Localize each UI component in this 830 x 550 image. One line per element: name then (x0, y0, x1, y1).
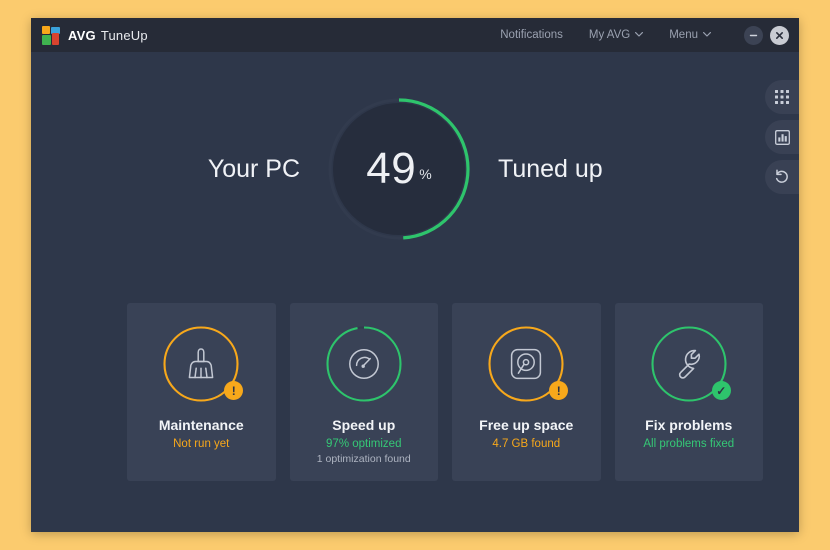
card-ring: ! (162, 325, 244, 403)
chevron-down-icon (703, 29, 711, 39)
tuneup-score-gauge: 49 % (326, 96, 472, 242)
card-status: Not run yet (173, 438, 230, 450)
page-backdrop: AVG TuneUp Notifications My AVG Menu You… (0, 0, 830, 550)
title-bar: AVG TuneUp Notifications My AVG Menu (31, 18, 799, 52)
card-status: 97% optimized (326, 438, 402, 450)
brand-area: AVG TuneUp (42, 25, 148, 45)
card-fix-problems[interactable]: ✓ Fix problems All problems fixed (614, 303, 763, 481)
avg-logo-icon (42, 25, 61, 45)
gauge-value: 49 (366, 144, 417, 193)
status-badge-ok: ✓ (711, 381, 731, 400)
notifications-label: Notifications (500, 29, 563, 41)
my-avg-label: My AVG (588, 29, 631, 41)
content-area: Your PC 49 % Tuned up ! Maintenance Not … (31, 52, 799, 532)
card-ring: ✓ (650, 325, 731, 403)
card-title: Free up space (479, 417, 574, 433)
hero-right-label: Tuned up (498, 154, 603, 183)
notifications-button[interactable]: Notifications (500, 29, 563, 41)
main-menu[interactable]: Menu (669, 29, 711, 41)
card-maintenance[interactable]: ! Maintenance Not run yet (127, 303, 276, 481)
status-badge-warning: ! (224, 381, 244, 400)
brand-name: AVG (68, 27, 96, 43)
card-free-up-space[interactable]: ! Free up space 4.7 GB found (452, 303, 601, 481)
card-ring (325, 325, 403, 403)
minimize-icon (749, 31, 758, 40)
card-title: Speed up (332, 417, 396, 433)
badge-glyph: ✓ (716, 383, 727, 398)
feature-card-grid: ! Maintenance Not run yet Speed up 97% o… (127, 303, 763, 481)
card-speed-up[interactable]: Speed up 97% optimized 1 optimization fo… (289, 303, 438, 481)
grid-icon (775, 90, 789, 104)
gauge-inner-disc: 49 % (333, 103, 465, 235)
menu-label: Menu (669, 29, 698, 41)
chevron-down-icon (635, 29, 644, 39)
card-note: 1 optimization found (316, 453, 411, 465)
brand-title: AVG TuneUp (68, 28, 148, 43)
card-title: Fix problems (645, 417, 733, 433)
rail-item-rescue-center[interactable] (765, 160, 799, 194)
speedometer-icon (325, 325, 403, 403)
minimize-button[interactable] (744, 25, 763, 45)
rail-item-all-tools[interactable] (765, 80, 799, 114)
my-avg-menu[interactable]: My AVG (588, 29, 644, 41)
gauge-unit: % (419, 166, 432, 182)
rail-item-reports[interactable] (765, 120, 799, 154)
hero-left-label: Your PC (207, 154, 300, 183)
close-icon (775, 31, 784, 40)
badge-glyph: ! (231, 383, 236, 398)
card-title: Maintenance (158, 417, 244, 433)
card-status: All problems fixed (643, 438, 735, 450)
status-badge-warning: ! (549, 381, 569, 400)
product-name: TuneUp (100, 27, 148, 43)
close-button[interactable] (770, 25, 789, 45)
title-bar-actions: Notifications My AVG Menu (500, 25, 789, 45)
card-ring: ! (487, 325, 569, 403)
application-window: AVG TuneUp Notifications My AVG Menu You… (31, 18, 799, 532)
badge-glyph: ! (556, 383, 561, 398)
card-status: 4.7 GB found (492, 438, 561, 450)
right-rail (765, 80, 799, 194)
undo-icon (774, 169, 790, 185)
hero-status: Your PC 49 % Tuned up (31, 78, 767, 260)
bar-chart-icon (774, 129, 790, 145)
